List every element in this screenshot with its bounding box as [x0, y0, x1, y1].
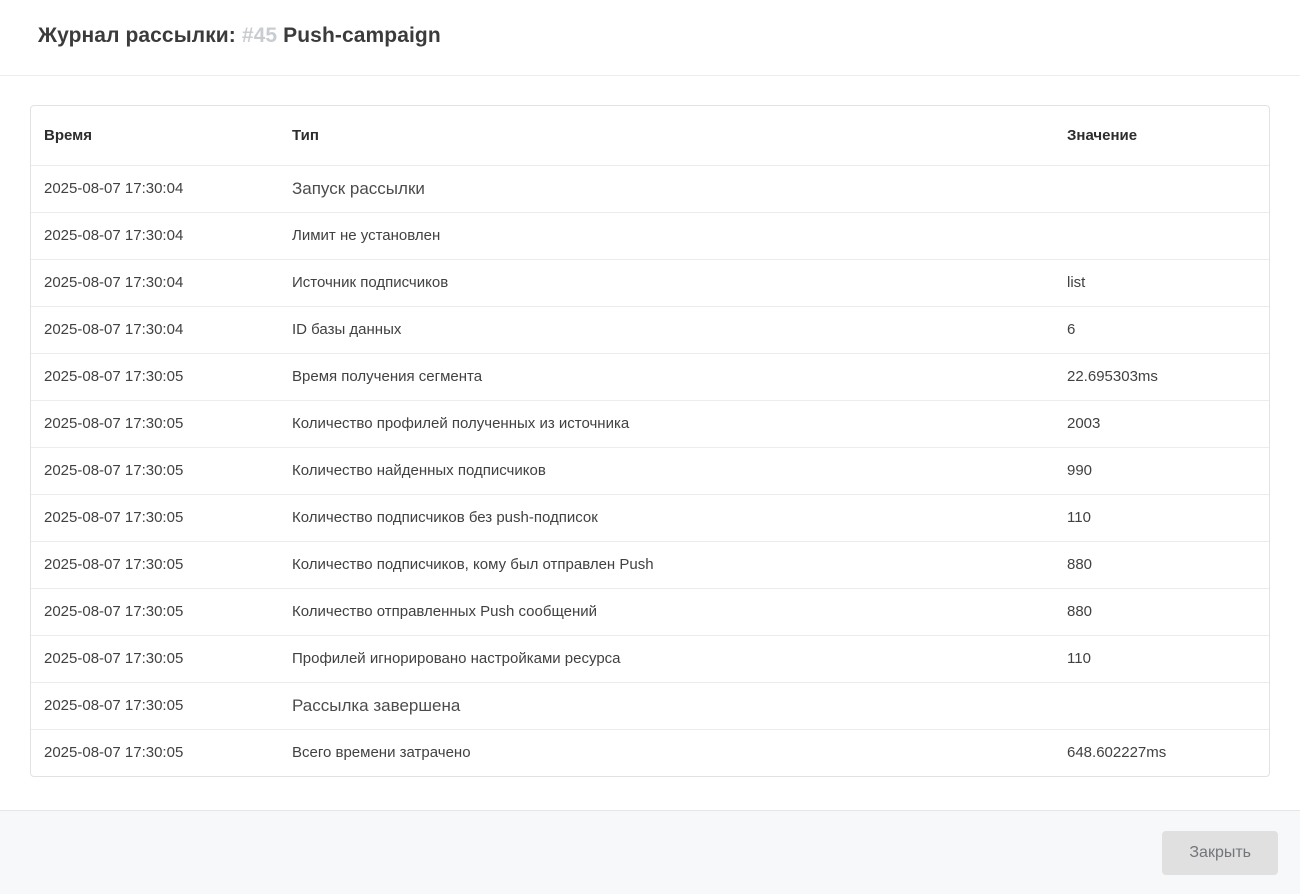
table-header-row: Время Тип Значение [31, 106, 1269, 166]
cell-time: 2025-08-07 17:30:05 [31, 448, 279, 495]
table-row: 2025-08-07 17:30:05 Количество найденных… [31, 448, 1269, 495]
table-row: 2025-08-07 17:30:05 Всего времени затрач… [31, 730, 1269, 776]
modal-header: Журнал рассылки: #45 Push-campaign [0, 0, 1300, 76]
cell-value: 22.695303ms [1054, 354, 1269, 401]
cell-value: 880 [1054, 542, 1269, 589]
cell-time: 2025-08-07 17:30:05 [31, 683, 279, 730]
cell-type: Всего времени затрачено [279, 730, 1054, 776]
table-row: 2025-08-07 17:30:05 Количество подписчик… [31, 542, 1269, 589]
cell-type: Источник подписчиков [279, 260, 1054, 307]
close-button[interactable]: Закрыть [1162, 831, 1278, 875]
cell-time: 2025-08-07 17:30:05 [31, 354, 279, 401]
cell-type: Количество отправленных Push сообщений [279, 589, 1054, 636]
modal-footer: Закрыть [0, 810, 1300, 894]
table-row: 2025-08-07 17:30:04 Запуск рассылки [31, 166, 1269, 213]
campaign-name: Push-campaign [283, 24, 441, 47]
cell-value [1054, 213, 1269, 260]
cell-value: 880 [1054, 589, 1269, 636]
cell-value: 990 [1054, 448, 1269, 495]
cell-value: 6 [1054, 307, 1269, 354]
cell-value [1054, 166, 1269, 213]
cell-time: 2025-08-07 17:30:05 [31, 589, 279, 636]
cell-time: 2025-08-07 17:30:04 [31, 260, 279, 307]
table-row: 2025-08-07 17:30:04 Источник подписчиков… [31, 260, 1269, 307]
modal-body: Время Тип Значение 2025-08-07 17:30:04 З… [0, 76, 1300, 777]
cell-time: 2025-08-07 17:30:04 [31, 307, 279, 354]
column-header-type: Тип [279, 106, 1054, 166]
cell-type: Количество подписчиков, кому был отправл… [279, 542, 1054, 589]
table-row: 2025-08-07 17:30:05 Количество подписчик… [31, 495, 1269, 542]
table-row: 2025-08-07 17:30:05 Рассылка завершена [31, 683, 1269, 730]
cell-value [1054, 683, 1269, 730]
cell-value: 110 [1054, 636, 1269, 683]
page-title: Журнал рассылки: #45 Push-campaign [38, 24, 1262, 48]
cell-time: 2025-08-07 17:30:05 [31, 542, 279, 589]
cell-time: 2025-08-07 17:30:05 [31, 636, 279, 683]
cell-time: 2025-08-07 17:30:05 [31, 495, 279, 542]
cell-type: Запуск рассылки [279, 166, 1054, 213]
campaign-id: #45 [242, 24, 277, 47]
log-table: Время Тип Значение 2025-08-07 17:30:04 З… [30, 105, 1270, 777]
cell-value: 2003 [1054, 401, 1269, 448]
column-header-value: Значение [1054, 106, 1269, 166]
table-row: 2025-08-07 17:30:05 Время получения сегм… [31, 354, 1269, 401]
cell-time: 2025-08-07 17:30:05 [31, 401, 279, 448]
cell-type: Профилей игнорировано настройками ресурс… [279, 636, 1054, 683]
table-row: 2025-08-07 17:30:05 Количество профилей … [31, 401, 1269, 448]
cell-value: 648.602227ms [1054, 730, 1269, 776]
table-row: 2025-08-07 17:30:04 Лимит не установлен [31, 213, 1269, 260]
cell-type: Количество профилей полученных из источн… [279, 401, 1054, 448]
title-prefix: Журнал рассылки: [38, 24, 236, 47]
cell-type: Рассылка завершена [279, 683, 1054, 730]
table-row: 2025-08-07 17:30:04 ID базы данных 6 [31, 307, 1269, 354]
cell-time: 2025-08-07 17:30:04 [31, 166, 279, 213]
cell-value: list [1054, 260, 1269, 307]
cell-type: ID базы данных [279, 307, 1054, 354]
column-header-time: Время [31, 106, 279, 166]
cell-time: 2025-08-07 17:30:05 [31, 730, 279, 776]
cell-type: Количество найденных подписчиков [279, 448, 1054, 495]
cell-type: Лимит не установлен [279, 213, 1054, 260]
cell-time: 2025-08-07 17:30:04 [31, 213, 279, 260]
cell-type: Количество подписчиков без push-подписок [279, 495, 1054, 542]
table-row: 2025-08-07 17:30:05 Профилей игнорирован… [31, 636, 1269, 683]
table-row: 2025-08-07 17:30:05 Количество отправлен… [31, 589, 1269, 636]
cell-value: 110 [1054, 495, 1269, 542]
mailing-log-modal: Журнал рассылки: #45 Push-campaign Время… [0, 0, 1300, 777]
cell-type: Время получения сегмента [279, 354, 1054, 401]
